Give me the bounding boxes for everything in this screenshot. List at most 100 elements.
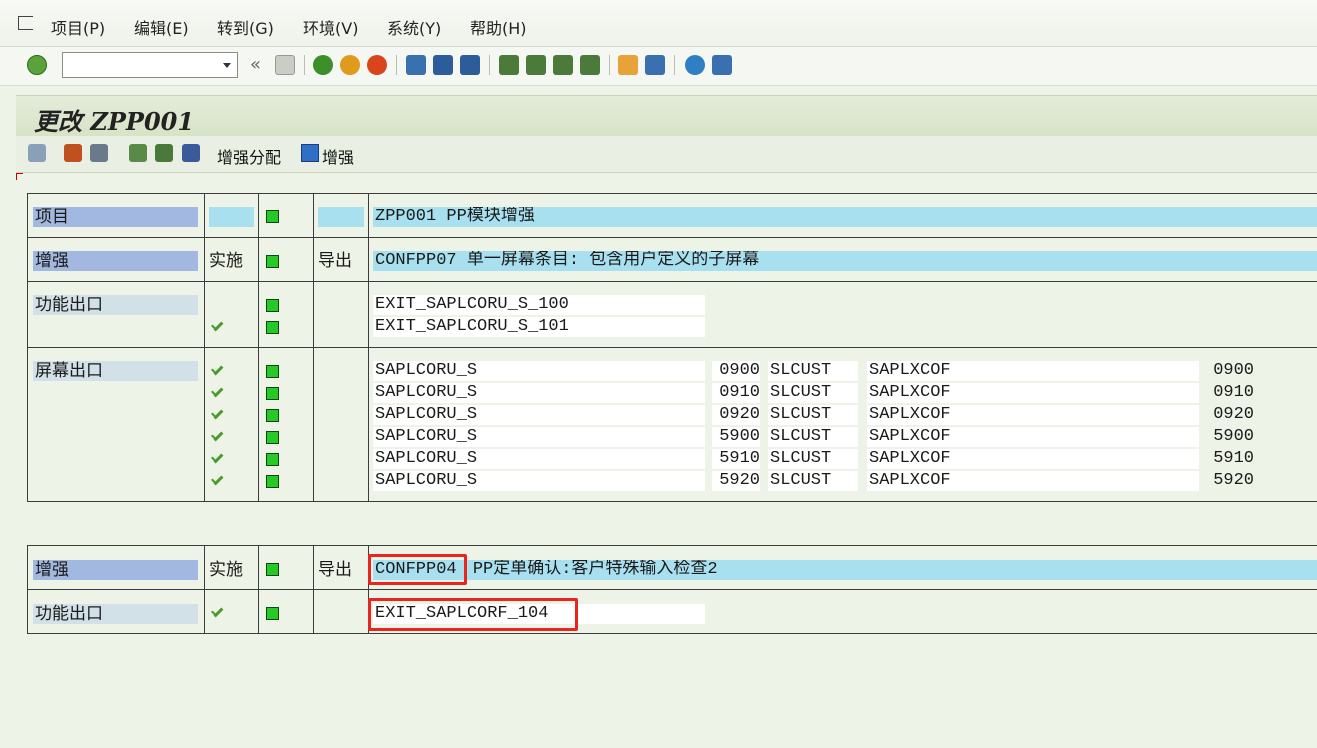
function-exit-item[interactable]: EXIT_SAPLCORU_S_101 [373, 317, 705, 337]
cancel-icon[interactable] [367, 55, 387, 75]
status-green-icon [266, 365, 279, 378]
status-green-icon [266, 453, 279, 466]
highlight-function-exit [368, 598, 578, 631]
find-icon[interactable] [433, 55, 453, 75]
screen-exit-program[interactable]: SAPLCORU_S [373, 449, 705, 469]
function-exit-item[interactable]: EXIT_SAPLCORU_S_100 [373, 295, 705, 315]
screen-exit-called-program[interactable]: SAPLXCOF [867, 405, 1199, 425]
customize-layout-icon[interactable] [712, 55, 732, 75]
row-divider [28, 347, 1317, 348]
enter-icon[interactable] [27, 55, 47, 75]
collapse-icon[interactable]: « [250, 54, 261, 75]
enhancement-value[interactable]: CONFPP04 PP定单确认:客户特殊输入检查2 [373, 560, 1317, 580]
title-bar: 更改 ZPP001 [16, 95, 1317, 136]
menu-project[interactable]: 项目(P) [51, 15, 105, 39]
enhancement-description: PP定单确认:客户特殊输入检查2 [472, 560, 718, 579]
separator [674, 55, 675, 75]
screen-exit-called-program[interactable]: SAPLXCOF [867, 449, 1199, 469]
menu-icon[interactable] [18, 16, 33, 30]
screen-exit-called-program[interactable]: SAPLXCOF [867, 427, 1199, 447]
screen-exit-area[interactable]: SLCUST [768, 361, 858, 381]
screen-exit-called-program[interactable]: SAPLXCOF [867, 361, 1199, 381]
print-icon[interactable] [406, 55, 426, 75]
find-next-icon[interactable] [460, 55, 480, 75]
project-value[interactable]: ZPP001 PP模块增强 [373, 207, 1317, 227]
menu-system[interactable]: 系统(Y) [387, 15, 441, 39]
activate-icon[interactable] [155, 144, 173, 162]
screen-exit-area[interactable]: SLCUST [768, 383, 858, 403]
menu-help[interactable]: 帮助(H) [470, 15, 527, 39]
deactivate-icon[interactable] [182, 144, 200, 162]
screen-exit-called-screen[interactable]: 0900 [1206, 361, 1254, 381]
screen-exit-called-screen[interactable]: 0910 [1206, 383, 1254, 403]
screen-exit-program[interactable]: SAPLCORU_S [373, 405, 705, 425]
screen-exit-program[interactable]: SAPLCORU_S [373, 383, 705, 403]
magic-wand-2-icon[interactable] [90, 144, 108, 162]
status-green-icon [266, 409, 279, 422]
function-exits-label: 功能出口 [33, 604, 198, 624]
exit-icon[interactable] [340, 55, 360, 75]
screen-exit-called-screen[interactable]: 5900 [1206, 427, 1254, 447]
enhancement-label: 增强 [33, 251, 198, 271]
shortcut-icon[interactable] [645, 55, 665, 75]
screen-exit-screen[interactable]: 0900 [712, 361, 760, 381]
new-session-icon[interactable] [618, 55, 638, 75]
separator [304, 55, 305, 75]
checkmark-icon [209, 407, 227, 423]
screen-exit-screen[interactable]: 5900 [712, 427, 760, 447]
corner-marker [16, 173, 23, 180]
screen-exit-program[interactable]: SAPLCORU_S [373, 471, 705, 491]
enhancement-button[interactable]: 增强 [322, 144, 354, 168]
project-block: 项目 ZPP001 PP模块增强 增强 实施 导出 CONFPP07 单一屏幕条… [27, 193, 1317, 502]
screen-exit-screen[interactable]: 0910 [712, 383, 760, 403]
command-field[interactable] [62, 52, 238, 78]
back-icon[interactable] [313, 55, 333, 75]
status-green-icon [266, 431, 279, 444]
screen-exit-called-program[interactable]: SAPLXCOF [867, 471, 1199, 491]
screen-exit-area[interactable]: SLCUST [768, 449, 858, 469]
screen-exit-program[interactable]: SAPLCORU_S [373, 361, 705, 381]
help-icon[interactable] [685, 55, 705, 75]
menu-goto[interactable]: 转到(G) [217, 15, 274, 39]
screen-exit-screen[interactable]: 0920 [712, 405, 760, 425]
screen-exit-called-screen[interactable]: 5910 [1206, 449, 1254, 469]
screen-exit-area[interactable]: SLCUST [768, 405, 858, 425]
magic-wand-icon[interactable] [64, 144, 82, 162]
screen-exit-area[interactable]: SLCUST [768, 471, 858, 491]
menu-environment[interactable]: 环境(V) [303, 15, 358, 39]
function-exits-label: 功能出口 [33, 295, 198, 315]
enhancement-assignment-button[interactable]: 增强分配 [217, 144, 281, 168]
screen-exit-screen[interactable]: 5910 [712, 449, 760, 469]
checkmark-icon [209, 451, 227, 467]
previous-page-icon[interactable] [526, 55, 546, 75]
screen-exit-area[interactable]: SLCUST [768, 427, 858, 447]
display-change-icon[interactable] [28, 144, 46, 162]
enhancement-value[interactable]: CONFPP07 单一屏幕条目: 包含用户定义的子屏幕 [373, 251, 1317, 271]
menu-edit[interactable]: 编辑(E) [134, 15, 189, 39]
checkmark-icon [209, 605, 227, 621]
enhancement-label: 增强 [33, 560, 198, 580]
next-page-icon[interactable] [553, 55, 573, 75]
checkmark-icon [209, 473, 227, 489]
separator [396, 55, 397, 75]
menu-bar: 项目(P) 编辑(E) 转到(G) 环境(V) 系统(Y) 帮助(H) [0, 0, 1317, 47]
check-icon[interactable] [129, 144, 147, 162]
project-impl-field [209, 207, 254, 227]
impl-label: 实施 [209, 251, 243, 271]
application-toolbar: 增强分配 增强 [16, 136, 1317, 173]
checkmark-icon [209, 385, 227, 401]
enhancement-block-2: 增强 实施 导出 CONFPP04 PP定单确认:客户特殊输入检查2 功能出口 … [27, 545, 1317, 634]
status-green-icon [266, 255, 279, 268]
screen-exit-screen[interactable]: 5920 [712, 471, 760, 491]
save-icon[interactable] [275, 55, 295, 75]
last-page-icon[interactable] [580, 55, 600, 75]
screen-exit-program[interactable]: SAPLCORU_S [373, 427, 705, 447]
chevron-down-icon[interactable] [223, 63, 231, 68]
screen-exit-called-screen[interactable]: 5920 [1206, 471, 1254, 491]
first-page-icon[interactable] [499, 55, 519, 75]
status-green-icon [266, 563, 279, 576]
info-icon[interactable] [301, 144, 319, 162]
screen-exit-called-program[interactable]: SAPLXCOF [867, 383, 1199, 403]
screen-exit-called-screen[interactable]: 0920 [1206, 405, 1254, 425]
status-green-icon [266, 387, 279, 400]
